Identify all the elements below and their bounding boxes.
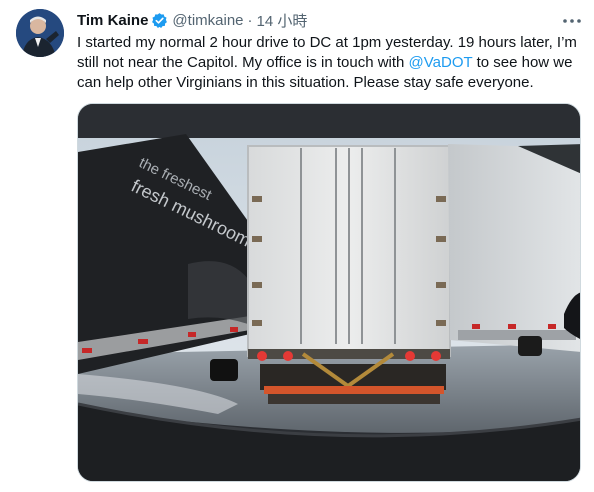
tweet-text: I started my normal 2 hour drive to DC a… (77, 33, 577, 93)
traffic-photo: the freshest fresh mushrooms (78, 104, 580, 481)
author-handle[interactable]: @timkaine (172, 12, 243, 29)
tweet-text-segment: to see how we (472, 54, 573, 71)
tweet-header: Tim Kaine @timkaine · 14 小時 (77, 10, 307, 30)
separator-dot: · (247, 11, 253, 29)
tweet-photo[interactable]: the freshest fresh mushrooms (77, 103, 581, 482)
tweet-text-line: still not near the Capitol. My office is… (77, 53, 577, 73)
tweet-text-segment: still not near the Capitol. My office is… (77, 54, 409, 71)
tweet-timestamp[interactable]: 14 小時 (257, 10, 308, 31)
tweet-text-line: I started my normal 2 hour drive to DC a… (77, 34, 577, 51)
avatar[interactable] (16, 9, 64, 57)
tweet-text-line: can help other Virginians in this situat… (77, 74, 534, 91)
mention-link[interactable]: @VaDOT (409, 54, 473, 71)
tweet[interactable]: Tim Kaine @timkaine · 14 小時 I started my… (0, 0, 594, 492)
verified-badge-icon (151, 12, 168, 29)
more-dots-icon[interactable] (560, 9, 584, 33)
author-name[interactable]: Tim Kaine (77, 12, 148, 29)
